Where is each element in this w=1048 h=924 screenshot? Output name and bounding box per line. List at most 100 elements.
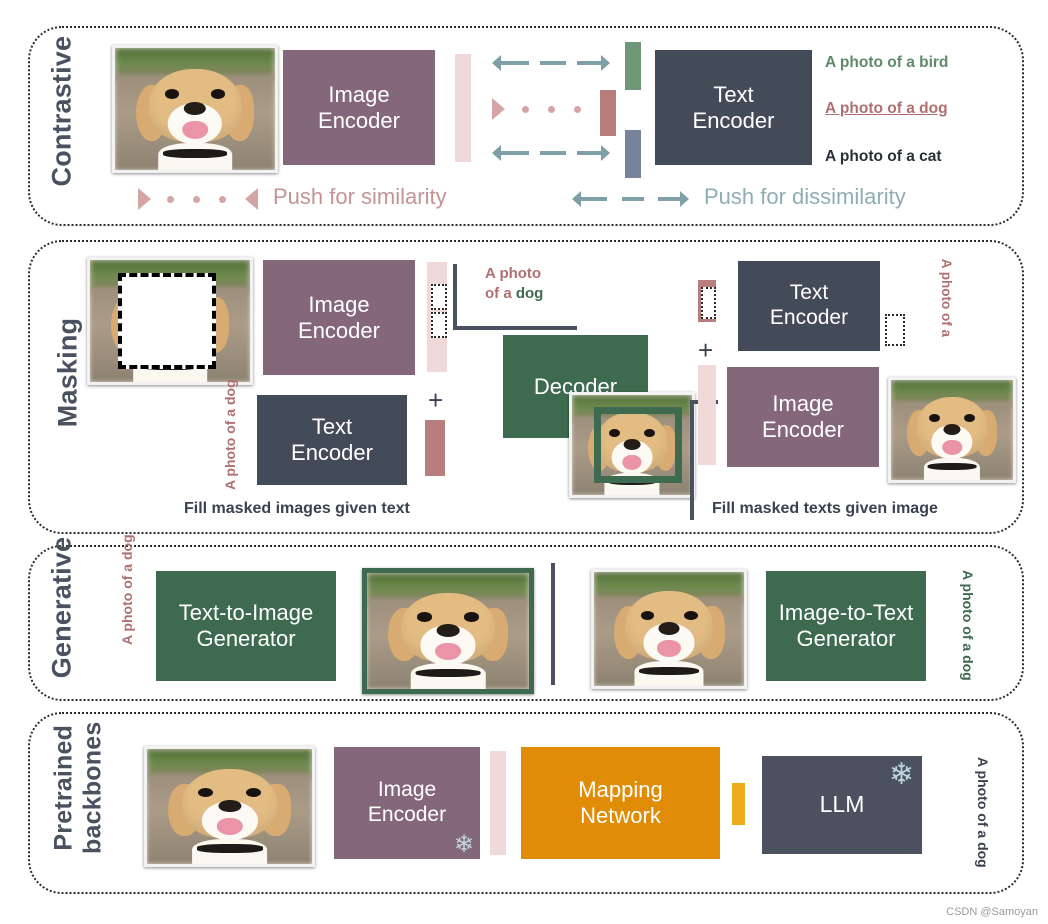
text-encoder-box-masking-right: Text Encoder bbox=[738, 261, 880, 351]
masking-right-prompt-line1: A photo bbox=[938, 258, 954, 310]
mapping-network-label-line2: Network bbox=[580, 803, 661, 828]
generated-dog-photo bbox=[362, 568, 534, 694]
masking-right-prompt: A photo of a bbox=[938, 259, 954, 337]
text-encoder-label-line1: Text bbox=[789, 281, 829, 305]
generative-right-output-line2: of a dog bbox=[960, 626, 977, 681]
masking-left-prompt-line1: A photo bbox=[221, 437, 238, 491]
snowflake-icon-llm: ❄ bbox=[888, 758, 914, 791]
legend-marker-dissimilarity bbox=[572, 190, 694, 208]
generative-right-output-line1: A photo bbox=[960, 570, 977, 623]
generative-left-prompt: A photo of a dog bbox=[118, 534, 135, 646]
section-label-masking: Masking bbox=[52, 317, 83, 428]
image-embedding-token bbox=[455, 54, 471, 162]
generative-divider bbox=[551, 563, 555, 685]
mapping-network-box: Mapping Network bbox=[521, 747, 720, 859]
masked-word-placeholder bbox=[885, 314, 905, 346]
t2i-label-line2: Generator bbox=[196, 626, 296, 651]
text-to-image-generator-box: Text-to-Image Generator bbox=[156, 571, 336, 681]
text-encoder-label-line1: Text bbox=[311, 414, 353, 440]
image-encoder-label-line2: Encoder bbox=[298, 317, 380, 343]
generative-right-output: A photo of a dog bbox=[960, 570, 977, 681]
pretrained-output-line1: A photo bbox=[975, 757, 992, 810]
watermark: CSDN @Samoyan bbox=[946, 906, 1038, 918]
panel-contrastive: Contrastive Image Encoder Text Encoder A… bbox=[28, 26, 1024, 226]
image-encoder-box-masking: Image Encoder bbox=[263, 260, 415, 375]
plus-sign-left: + bbox=[428, 385, 444, 415]
dissimilarity-arrow-top bbox=[492, 54, 616, 72]
image-encoder-label-line1: Image bbox=[377, 778, 437, 802]
i2t-label-line2: Generator bbox=[796, 626, 896, 651]
panel-masking: Masking Image Encoder A photo of a dog T… bbox=[28, 240, 1024, 534]
caption-dog: A photo of a dog bbox=[825, 100, 948, 117]
snowflake-icon-image-encoder: ❄ bbox=[453, 831, 474, 858]
image-encoder-label-line1: Image bbox=[308, 291, 370, 317]
image-feature-token-pretrained bbox=[490, 751, 506, 855]
image-mask-region bbox=[118, 273, 216, 369]
predicted-text-line2-prefix: of a bbox=[485, 284, 516, 302]
dog-photo-contrastive bbox=[112, 45, 278, 173]
image-encoder-box-pretrained: Image Encoder ❄ bbox=[334, 747, 480, 859]
caption-cat: A photo of a cat bbox=[825, 148, 942, 165]
panel-generative: Generative A photo of a dog Text-to-Imag… bbox=[28, 534, 1024, 701]
text-encoder-label-line1: Text bbox=[713, 81, 754, 107]
masking-left-prompt-line2: of a dog bbox=[221, 379, 238, 434]
image-encoder-label-line2: Encoder bbox=[367, 803, 447, 826]
dog-photo-pretrained bbox=[144, 746, 315, 867]
text-encoder-label-line2: Encoder bbox=[291, 440, 373, 465]
text-token-dog bbox=[600, 90, 616, 136]
legend-label-similarity: Push for similarity bbox=[273, 184, 447, 209]
mapped-token bbox=[732, 783, 745, 825]
t2i-label-line1: Text-to-Image bbox=[178, 600, 314, 626]
mapping-network-label-line1: Mapping bbox=[578, 777, 663, 803]
i2t-label-line1: Image-to-Text bbox=[778, 600, 914, 626]
text-encoder-box-contrastive: Text Encoder bbox=[655, 50, 812, 165]
similarity-arrow-middle bbox=[492, 98, 616, 120]
panel-pretrained-backbones: Pretrained backbones Image Encoder ❄ Map… bbox=[28, 712, 1024, 894]
section-label-contrastive: Contrastive bbox=[46, 35, 77, 187]
plus-sign-right: + bbox=[698, 335, 714, 365]
text-encoder-label-line2: Encoder bbox=[692, 107, 775, 133]
predicted-text: A photo of a dog bbox=[485, 264, 543, 303]
image-encoder-box-masking-right: Image Encoder bbox=[727, 367, 879, 467]
caption-bird: A photo of a bird bbox=[825, 54, 949, 71]
generative-left-prompt-line1: A photo bbox=[118, 592, 135, 646]
generative-left-prompt-line2: of a dog bbox=[118, 534, 135, 589]
legend-marker-similarity bbox=[138, 188, 258, 210]
caption-fill-masked-images: Fill masked images given text bbox=[184, 500, 410, 517]
pretrained-output-text: A photo of a dog bbox=[975, 757, 992, 868]
text-token-cat bbox=[625, 130, 641, 178]
section-label-pretrained: Pretrained backbones bbox=[49, 688, 107, 888]
section-label-pretrained-line2: backbones bbox=[78, 721, 106, 854]
image-encoder-label-line1: Image bbox=[328, 81, 390, 107]
masked-image-token-slot-2 bbox=[431, 312, 447, 338]
masked-dog-photo bbox=[87, 257, 253, 385]
llm-box: LLM ❄ bbox=[762, 756, 922, 854]
image-encoder-label-line1: Image bbox=[772, 391, 834, 417]
image-encoder-box-contrastive: Image Encoder bbox=[283, 50, 435, 165]
pretrained-output-line2: of a dog bbox=[975, 813, 992, 868]
text-embedding-token-masking-left bbox=[425, 420, 445, 476]
input-dog-photo-generative bbox=[591, 569, 747, 689]
predicted-text-filled-word: dog bbox=[515, 284, 544, 302]
text-token-bird bbox=[625, 42, 641, 90]
legend-label-dissimilarity: Push for dissimilarity bbox=[704, 184, 906, 209]
section-label-pretrained-line1: Pretrained bbox=[49, 724, 78, 851]
dog-photo-masking-right bbox=[888, 377, 1016, 483]
dissimilarity-arrow-bottom bbox=[492, 144, 616, 162]
image-to-text-generator-box: Image-to-Text Generator bbox=[766, 571, 926, 681]
filled-region-highlight bbox=[594, 407, 682, 483]
image-encoder-label-line2: Encoder bbox=[318, 107, 400, 133]
masking-left-prompt: A photo of a dog bbox=[221, 379, 238, 491]
caption-fill-masked-texts: Fill masked texts given image bbox=[712, 500, 938, 517]
masking-right-prompt-line2: of a bbox=[938, 313, 954, 338]
section-label-generative: Generative bbox=[46, 536, 77, 679]
image-embedding-token-masking-right bbox=[698, 365, 716, 465]
text-encoder-box-masking-left: Text Encoder bbox=[257, 395, 407, 485]
image-encoder-label-line2: Encoder bbox=[762, 417, 844, 442]
predicted-text-line1: A photo bbox=[485, 265, 542, 282]
llm-label: LLM bbox=[819, 791, 865, 818]
masked-image-token-slot-1 bbox=[431, 284, 447, 310]
masked-text-token-slot bbox=[701, 287, 716, 319]
text-encoder-label-line2: Encoder bbox=[769, 306, 849, 329]
reconstructed-dog-photo bbox=[569, 392, 695, 498]
